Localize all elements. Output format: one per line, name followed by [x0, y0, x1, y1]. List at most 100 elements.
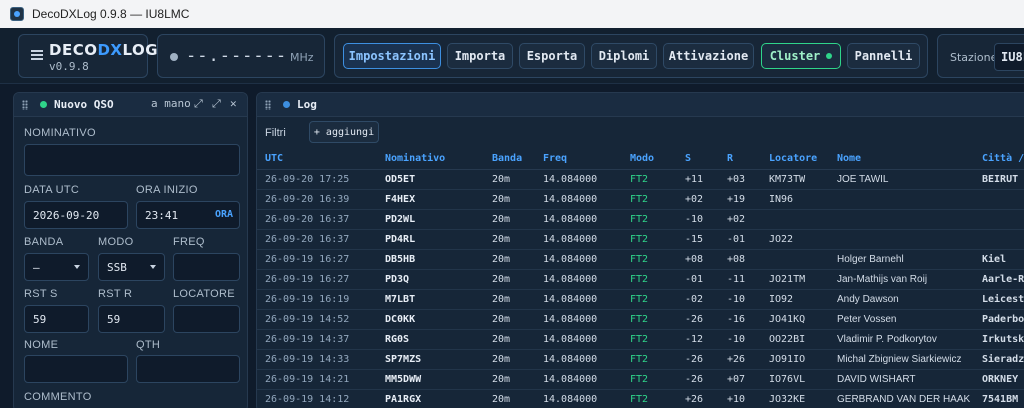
cell-locatore: [761, 249, 829, 270]
cell-nome: JOE TAWIL: [829, 169, 974, 190]
cell-nome: GERBRAND VAN DER HAAK: [829, 389, 974, 408]
importa-button[interactable]: Importa: [447, 43, 513, 69]
column-header-nome[interactable]: Nome: [829, 149, 974, 170]
column-header-utc[interactable]: UTC: [257, 149, 377, 170]
log-header-row: UTC Nominativo Banda Freq Modo S R Locatore Nome…: [257, 149, 1024, 170]
drag-handle-icon[interactable]: [22, 100, 28, 110]
cell-freq: 14.084000: [535, 229, 622, 250]
table-row[interactable]: 26-09-19 14:52 DC0KK 20m 14.084000 FT2 -26 -16…: [257, 309, 1024, 330]
cell-r: +26: [719, 349, 761, 370]
logo-box: DECODXLOG v0.9.8: [18, 34, 158, 78]
qth-input[interactable]: [136, 355, 240, 383]
cluster-button[interactable]: Cluster: [761, 43, 841, 69]
cell-nome: DAVID WISHART: [829, 369, 974, 390]
table-row[interactable]: 26-09-20 16:37 PD2WL 20m 14.084000 FT2 -10 +02: [257, 209, 1024, 230]
table-row[interactable]: 26-09-20 17:25 OD5ET 20m 14.084000 FT2 +11 +03…: [257, 169, 1024, 190]
log-header: Log: [257, 93, 1024, 117]
log-status-icon: [283, 101, 290, 108]
table-row[interactable]: 26-09-19 16:19 M7LBT 20m 14.084000 FT2 -02 -10…: [257, 289, 1024, 310]
cell-freq: 14.084000: [535, 349, 622, 370]
table-row[interactable]: 26-09-19 14:37 RG0S 20m 14.084000 FT2 -12 -10 O…: [257, 329, 1024, 350]
column-header-freq[interactable]: Freq: [535, 149, 622, 170]
cell-freq: 14.084000: [535, 249, 622, 270]
station-select[interactable]: IU8LMC: [994, 43, 1024, 71]
cell-r: +10: [719, 389, 761, 408]
cell-nominativo: OD5ET: [377, 169, 484, 190]
cell-modo: FT2: [622, 329, 677, 350]
column-header-locatore[interactable]: Locatore: [761, 149, 829, 170]
rst-s-label: RST S: [24, 288, 58, 300]
cell-s: +26: [677, 389, 719, 408]
column-header-modo[interactable]: Modo: [622, 149, 677, 170]
column-header-r[interactable]: R: [719, 149, 761, 170]
modo-select[interactable]: SSB: [98, 253, 165, 281]
cell-freq: 14.084000: [535, 189, 622, 210]
rst-r-input[interactable]: 59: [98, 305, 165, 333]
cell-locatore: JO32KE: [761, 389, 829, 408]
column-header-nominativo[interactable]: Nominativo: [377, 149, 484, 170]
table-row[interactable]: 26-09-19 16:27 PD3Q 20m 14.084000 FT2 -01 -11 J…: [257, 269, 1024, 290]
locatore-input[interactable]: [173, 305, 240, 333]
cell-banda: 20m: [484, 269, 535, 290]
data-utc-input[interactable]: 2026-09-20: [24, 201, 128, 229]
new-qso-title: Nuovo QSO: [54, 98, 114, 111]
ora-inizio-field[interactable]: 23:41 ORA: [136, 201, 240, 229]
cell-banda: 20m: [484, 189, 535, 210]
frequency-unit: MHz: [290, 51, 314, 64]
table-row[interactable]: 26-09-19 14:33 SP7MZS 20m 14.084000 FT2 -26 +2…: [257, 349, 1024, 370]
cell-r: +03: [719, 169, 761, 190]
window-titlebar: DecoDXLog 0.9.8 — IU8LMC: [0, 0, 1024, 28]
top-toolbar: DECODXLOG v0.9.8 --.------ MHz Impostazi…: [0, 28, 1024, 84]
cell-citta: 7541BM E: [974, 389, 1024, 408]
cell-locatore: IN96: [761, 189, 829, 210]
column-header-s[interactable]: S: [677, 149, 719, 170]
close-icon[interactable]: ✕: [230, 97, 237, 110]
table-row[interactable]: 26-09-19 16:27 DB5HB 20m 14.084000 FT2 +08 +08…: [257, 249, 1024, 270]
cluster-status-icon: [826, 53, 833, 59]
radio-status-icon: [170, 53, 178, 61]
diplomi-button[interactable]: Diplomi: [591, 43, 657, 69]
cell-r: +07: [719, 369, 761, 390]
impostazioni-button[interactable]: Impostazioni: [343, 43, 441, 69]
frequency-value: --.------: [186, 46, 288, 66]
cell-r: -16: [719, 309, 761, 330]
manual-mode-toggle[interactable]: a mano: [151, 97, 191, 110]
cell-freq: 14.084000: [535, 269, 622, 290]
table-row[interactable]: 26-09-19 14:12 PA1RGX 20m 14.084000 FT2 +26 +1…: [257, 389, 1024, 408]
cell-s: -26: [677, 349, 719, 370]
minimize-icon[interactable]: ⤢: [194, 97, 203, 111]
chevron-down-icon: [150, 265, 156, 269]
cell-citta: Sieradz: [974, 349, 1024, 370]
attivazione-button[interactable]: Attivazione: [663, 43, 754, 69]
log-panel: Log Filtri + aggiungi UTC Nominativo Banda…: [256, 92, 1024, 408]
cell-banda: 20m: [484, 309, 535, 330]
cell-modo: FT2: [622, 389, 677, 408]
table-row[interactable]: 26-09-19 14:21 MM5DWW 20m 14.084000 FT2 -26 +0…: [257, 369, 1024, 390]
column-header-citta[interactable]: Città /: [974, 149, 1024, 170]
cell-modo: FT2: [622, 369, 677, 390]
drag-handle-icon[interactable]: [265, 100, 271, 110]
table-row[interactable]: 26-09-20 16:39 F4HEX 20m 14.084000 FT2 +02 +19…: [257, 189, 1024, 210]
nome-input[interactable]: [24, 355, 128, 383]
cell-r: +08: [719, 249, 761, 270]
cell-s: -02: [677, 289, 719, 310]
table-row[interactable]: 26-09-20 16:37 PD4RL 20m 14.084000 FT2 -15 -01…: [257, 229, 1024, 250]
cell-citta: Paderbor: [974, 309, 1024, 330]
expand-icon[interactable]: ⤢: [212, 97, 221, 111]
cell-nominativo: DC0KK: [377, 309, 484, 330]
ora-now-button[interactable]: ORA: [215, 209, 233, 220]
column-header-banda[interactable]: Banda: [484, 149, 535, 170]
cell-utc: 26-09-20 16:37: [257, 229, 377, 250]
cell-s: -15: [677, 229, 719, 250]
pannelli-button[interactable]: Pannelli: [847, 43, 920, 69]
rst-s-input[interactable]: 59: [24, 305, 89, 333]
nominativo-input[interactable]: [24, 144, 240, 176]
cell-s: +08: [677, 249, 719, 270]
cell-nome: Andy Dawson: [829, 289, 974, 310]
freq-input[interactable]: [173, 253, 240, 281]
hamburger-menu-icon[interactable]: [31, 50, 43, 60]
cell-utc: 26-09-19 16:27: [257, 269, 377, 290]
banda-select[interactable]: —: [24, 253, 89, 281]
add-filter-button[interactable]: + aggiungi: [309, 121, 379, 143]
esporta-button[interactable]: Esporta: [519, 43, 585, 69]
